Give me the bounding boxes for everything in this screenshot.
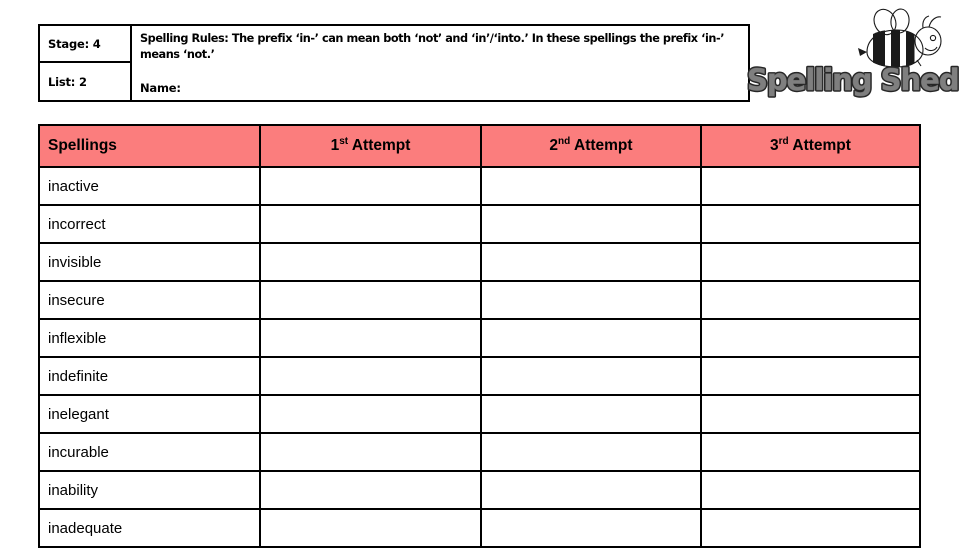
attempt-1-input-cell[interactable]	[259, 508, 482, 548]
attempt-3-input-cell[interactable]	[700, 432, 921, 472]
list-cell: List: 2	[40, 63, 130, 100]
table-row: incorrect	[38, 204, 921, 244]
spelling-practice-table: Spellings 1st Attempt 2nd Attempt 3rd At…	[38, 124, 921, 548]
table-row: inactive	[38, 166, 921, 206]
info-box-left-column: Stage: 4 List: 2	[40, 26, 132, 100]
attempt-3-input-cell[interactable]	[700, 166, 921, 206]
table-header-row: Spellings 1st Attempt 2nd Attempt 3rd At…	[38, 124, 921, 168]
attempt-3-input-cell[interactable]	[700, 470, 921, 510]
attempt-3-input-cell[interactable]	[700, 508, 921, 548]
attempt-1-input-cell[interactable]	[259, 242, 482, 282]
attempt1-number: 1	[330, 137, 340, 154]
table-row: insecure	[38, 280, 921, 320]
column-header-attempt-1: 1st Attempt	[259, 124, 482, 168]
attempt-1-input-cell[interactable]	[259, 470, 482, 510]
spelling-word-cell: insecure	[38, 280, 261, 320]
attempt-1-input-cell[interactable]	[259, 166, 482, 206]
attempt-3-input-cell[interactable]	[700, 356, 921, 396]
spelling-shed-wordmark: Spelling Shed Spelling Shed	[745, 61, 960, 98]
info-box-right-column: Spelling Rules: The prefix ‘in-’ can mea…	[132, 26, 748, 100]
table-row: inelegant	[38, 394, 921, 434]
column-header-attempt-2: 2nd Attempt	[480, 124, 702, 168]
stage-cell: Stage: 4	[40, 26, 130, 63]
attempt-1-input-cell[interactable]	[259, 318, 482, 358]
attempt-1-input-cell[interactable]	[259, 204, 482, 244]
spelling-word-cell: inadequate	[38, 508, 261, 548]
table-row: inability	[38, 470, 921, 510]
attempt-2-input-cell[interactable]	[480, 204, 702, 244]
spelling-word-cell: inactive	[38, 166, 261, 206]
svg-text:Spelling Shed: Spelling Shed	[747, 63, 959, 97]
spelling-word-cell: inability	[38, 470, 261, 510]
table-row: inflexible	[38, 318, 921, 358]
spelling-rules-text: Spelling Rules: The prefix ‘in-’ can mea…	[140, 32, 725, 62]
attempt3-word: Attempt	[792, 137, 851, 154]
attempt-2-input-cell[interactable]	[480, 166, 702, 206]
attempt-2-input-cell[interactable]	[480, 318, 702, 358]
attempt-3-input-cell[interactable]	[700, 204, 921, 244]
attempt2-number: 2	[549, 137, 559, 154]
attempt-3-input-cell[interactable]	[700, 242, 921, 282]
table-row: indefinite	[38, 356, 921, 396]
spelling-word-cell: incorrect	[38, 204, 261, 244]
list-label: List: 2	[48, 74, 87, 89]
spelling-word-cell: inflexible	[38, 318, 261, 358]
table-row: inadequate	[38, 508, 921, 548]
table-row: incurable	[38, 432, 921, 472]
attempt-1-input-cell[interactable]	[259, 280, 482, 320]
spelling-word-cell: invisible	[38, 242, 261, 282]
attempt3-ordinal: rd	[778, 135, 789, 147]
spelling-word-cell: inelegant	[38, 394, 261, 434]
stage-label: Stage: 4	[48, 36, 101, 51]
attempt-3-input-cell[interactable]	[700, 280, 921, 320]
attempt1-ordinal: st	[339, 135, 349, 147]
attempt-1-input-cell[interactable]	[259, 356, 482, 396]
name-field-label: Name:	[140, 81, 181, 95]
attempt-2-input-cell[interactable]	[480, 394, 702, 434]
attempt-1-input-cell[interactable]	[259, 394, 482, 434]
spelling-word-cell: incurable	[38, 432, 261, 472]
attempt1-word: Attempt	[351, 137, 411, 154]
column-header-spellings: Spellings	[38, 124, 261, 168]
attempt-2-input-cell[interactable]	[480, 242, 702, 282]
worksheet-info-box: Stage: 4 List: 2 Spelling Rules: The pre…	[38, 24, 750, 102]
attempt-2-input-cell[interactable]	[480, 432, 702, 472]
spelling-word-cell: indefinite	[38, 356, 261, 396]
attempt-2-input-cell[interactable]	[480, 280, 702, 320]
column-header-attempt-3: 3rd Attempt	[700, 124, 921, 168]
attempt-3-input-cell[interactable]	[700, 318, 921, 358]
attempt-1-input-cell[interactable]	[259, 432, 482, 472]
attempt2-word: Attempt	[574, 137, 633, 154]
attempt-3-input-cell[interactable]	[700, 394, 921, 434]
spelling-shed-logo: Spelling Shed Spelling Shed	[745, 8, 960, 104]
attempt-2-input-cell[interactable]	[480, 470, 702, 510]
spelling-table-body: inactive incorrect invisible insecure inflex…	[38, 166, 921, 548]
attempt3-number: 3	[770, 137, 779, 154]
attempt-2-input-cell[interactable]	[480, 508, 702, 548]
table-row: invisible	[38, 242, 921, 282]
attempt2-ordinal: nd	[558, 135, 571, 147]
attempt-2-input-cell[interactable]	[480, 356, 702, 396]
